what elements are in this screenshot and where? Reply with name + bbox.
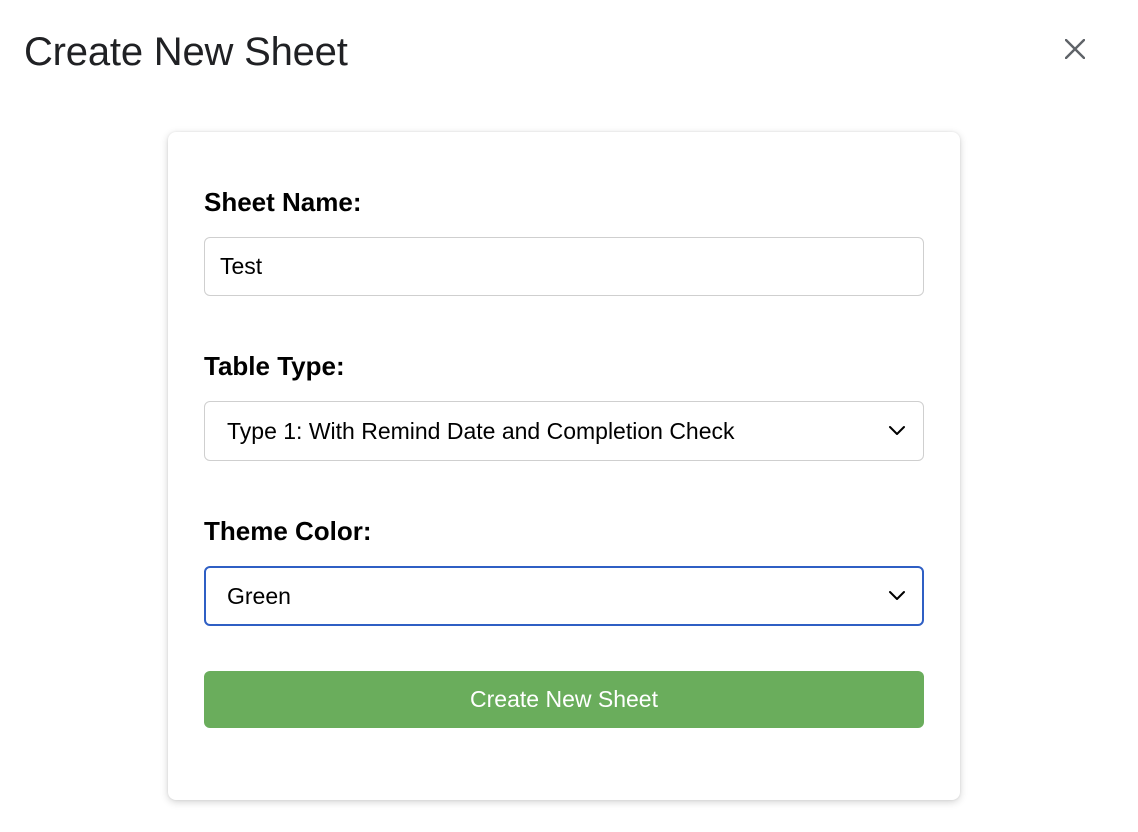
table-type-label: Table Type: xyxy=(204,351,345,381)
table-type-select[interactable]: Type 1: With Remind Date and Completion … xyxy=(204,401,924,461)
sheet-name-label: Sheet Name: xyxy=(204,187,362,217)
theme-color-select[interactable]: Green xyxy=(204,566,924,626)
theme-color-label: Theme Color: xyxy=(204,516,372,546)
theme-color-selected-value: Green xyxy=(227,582,291,609)
chevron-down-icon xyxy=(887,586,907,606)
form-card: Sheet Name: Table Type: Type 1: With Rem… xyxy=(168,132,960,800)
table-type-selected-value: Type 1: With Remind Date and Completion … xyxy=(227,417,735,444)
dialog-title: Create New Sheet xyxy=(24,30,348,74)
create-sheet-dialog: Create New Sheet Sheet Name: Table Type:… xyxy=(0,0,1138,832)
sheet-name-input[interactable] xyxy=(204,237,924,296)
create-sheet-button[interactable]: Create New Sheet xyxy=(204,671,924,728)
close-icon xyxy=(1064,38,1086,64)
close-button[interactable] xyxy=(1056,32,1094,70)
chevron-down-icon xyxy=(887,421,907,441)
